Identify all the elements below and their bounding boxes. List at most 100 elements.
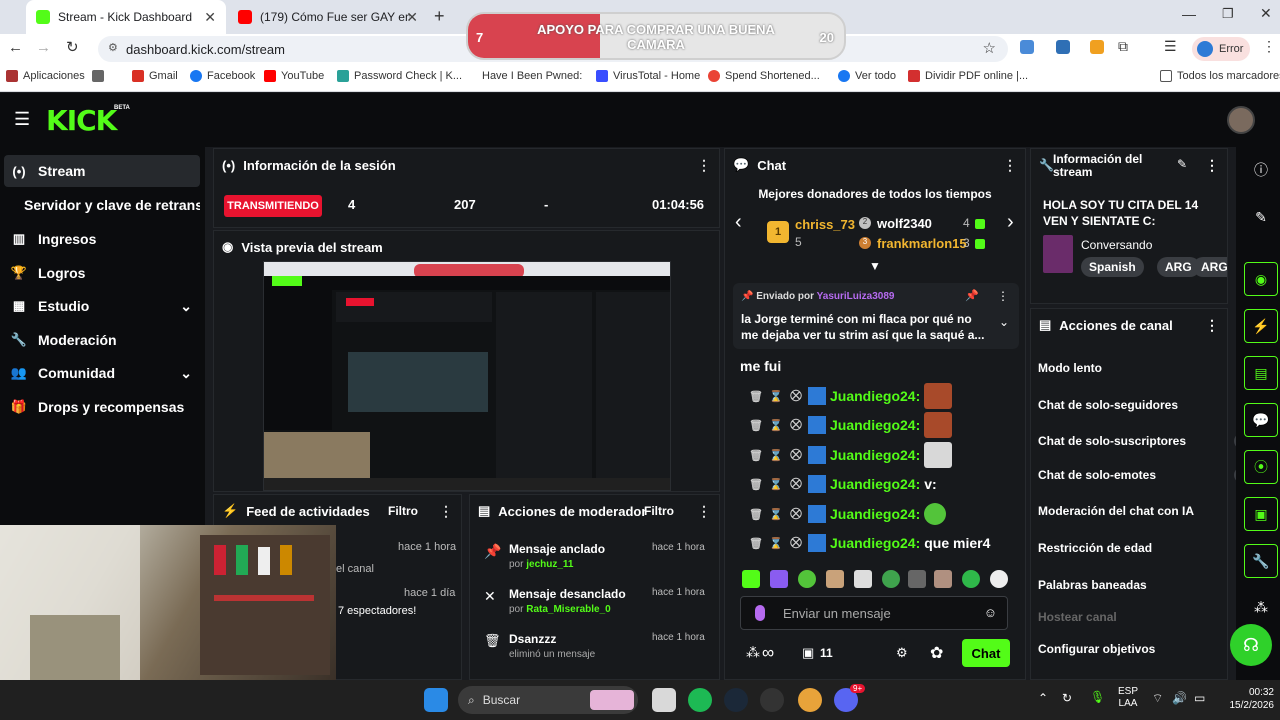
maximize-button[interactable]: ❐ bbox=[1222, 6, 1234, 22]
emoji-icon[interactable]: ☺ bbox=[984, 605, 997, 620]
emote-button[interactable] bbox=[742, 570, 760, 588]
trash-icon[interactable]: 🗑 bbox=[746, 478, 766, 491]
bookmark-pdf[interactable]: Dividir PDF online |... bbox=[908, 70, 1028, 82]
ban-icon[interactable]: ⛒ bbox=[786, 419, 806, 432]
bookmark-all[interactable]: Todos los marcadores bbox=[1160, 70, 1280, 82]
tray-chevron-icon[interactable]: ⌃ bbox=[1038, 691, 1048, 705]
edit-pencil-icon[interactable]: ✎ bbox=[1244, 200, 1278, 234]
minimize-button[interactable]: — bbox=[1182, 6, 1196, 22]
sync-icon[interactable]: ↻ bbox=[1062, 691, 1072, 705]
edit-pencil-icon[interactable]: ✎ bbox=[1177, 157, 1187, 171]
emote-button[interactable] bbox=[826, 570, 844, 588]
more-options-icon[interactable]: ⋮ bbox=[1205, 317, 1219, 334]
timeout-icon[interactable]: ⌛ bbox=[766, 419, 786, 432]
bookmark-grid[interactable] bbox=[92, 70, 109, 82]
emote-button[interactable] bbox=[770, 570, 788, 588]
stream-preview-video[interactable] bbox=[263, 261, 671, 491]
chat-username[interactable]: Juandiego24: bbox=[830, 388, 920, 404]
chat-message[interactable]: 🗑 ⌛ ⛒ Juandiego24: bbox=[746, 500, 947, 528]
more-options-icon[interactable]: ⋮ bbox=[1003, 157, 1017, 174]
support-chat-button[interactable]: ☊ bbox=[1230, 624, 1272, 666]
tag-chip[interactable]: Spanish bbox=[1081, 257, 1144, 277]
ban-icon[interactable]: ⛒ bbox=[786, 508, 806, 521]
clipboard-icon[interactable]: ▣ bbox=[1244, 497, 1278, 531]
chat-username[interactable]: Juandiego24: bbox=[830, 476, 920, 492]
chat-username[interactable]: Juandiego24: bbox=[830, 506, 920, 522]
trash-icon[interactable]: 🗑 bbox=[746, 390, 766, 403]
action-hostear-canal[interactable]: Hostear canal bbox=[1038, 603, 1266, 631]
sidebar-item-comunidad[interactable]: 👥 Comunidad ⌄ bbox=[4, 357, 200, 389]
site-info-icon[interactable]: ⚙ bbox=[108, 41, 118, 54]
chat-message[interactable]: 🗑 ⌛ ⛒ Juandiego24: bbox=[746, 411, 953, 439]
bookmark-facebook[interactable]: Facebook bbox=[190, 70, 255, 82]
bookmark-spend[interactable]: Spend Shortened... bbox=[708, 70, 820, 82]
sidebar-item-server-key[interactable]: Servidor y clave de retransmisión bbox=[4, 189, 200, 221]
chrome-icon[interactable] bbox=[798, 688, 822, 712]
action-palabras-baneadas[interactable]: Palabras baneadas› bbox=[1038, 571, 1266, 599]
extensions-puzzle-icon[interactable]: ⧉ bbox=[1118, 38, 1128, 55]
timeout-icon[interactable]: ⌛ bbox=[766, 478, 786, 491]
chevron-right-icon[interactable]: › bbox=[1007, 211, 1014, 234]
emote-button[interactable] bbox=[934, 570, 952, 588]
pinned-message[interactable]: 📌 Enviado por YasuriLuiza3089 📌 ⋮ la Jor… bbox=[733, 283, 1019, 349]
preview-icon[interactable]: ◉ bbox=[1244, 262, 1278, 296]
more-options-icon[interactable]: ⋮ bbox=[1205, 157, 1219, 174]
action-modo-lento[interactable]: Modo lento› bbox=[1038, 354, 1266, 382]
chat-message[interactable]: 🗑 ⌛ ⛒ Juandiego24: bbox=[746, 382, 953, 410]
user-avatar[interactable] bbox=[1227, 106, 1255, 134]
donor-name[interactable]: chriss_73 bbox=[795, 217, 855, 232]
action-moderacion-ia[interactable]: Moderación del chat con IA↗ bbox=[1038, 497, 1266, 525]
ban-icon[interactable]: ⛒ bbox=[786, 390, 806, 403]
steam-icon[interactable] bbox=[724, 688, 748, 712]
donor-name[interactable]: wolf2340 bbox=[877, 216, 932, 231]
taskbar-search[interactable]: ⌕ Buscar bbox=[458, 686, 638, 714]
pin-toggle-icon[interactable]: 📌 bbox=[965, 289, 979, 302]
wifi-icon[interactable]: ⌔ bbox=[1152, 691, 1163, 706]
sidebar-item-ingresos[interactable]: ▥ Ingresos bbox=[4, 223, 200, 255]
bookmark-star-icon[interactable]: ☆ bbox=[983, 39, 996, 57]
more-options-icon[interactable]: ⋮ bbox=[697, 157, 711, 174]
emote-button[interactable] bbox=[882, 570, 900, 588]
tag-chip[interactable]: ARG bbox=[1193, 257, 1227, 277]
emote-button[interactable] bbox=[962, 570, 980, 588]
bookmark-ver-todo[interactable]: Ver todo bbox=[838, 70, 896, 82]
trash-icon[interactable]: 🗑 bbox=[746, 449, 766, 462]
action-solo-emotes[interactable]: Chat de solo-emotes bbox=[1038, 461, 1266, 489]
kicks-gift-icon[interactable]: ⁂ bbox=[746, 644, 760, 661]
sidebar-item-estudio[interactable]: ▦ Estudio ⌄ bbox=[4, 290, 200, 322]
pinned-username[interactable]: YasuriLuiza3089 bbox=[817, 291, 895, 302]
info-icon[interactable]: ⓘ bbox=[1244, 153, 1278, 187]
emote-button[interactable] bbox=[798, 570, 816, 588]
bookmark-youtube[interactable]: YouTube bbox=[264, 70, 324, 82]
action-restriccion-edad[interactable]: Restricción de edad› bbox=[1038, 534, 1266, 562]
chat-message[interactable]: 🗑 ⌛ ⛒ Juandiego24: que mier4 bbox=[746, 529, 990, 557]
language-indicator[interactable]: ESP LAA bbox=[1118, 686, 1138, 710]
document-icon[interactable]: ▤ bbox=[1244, 356, 1278, 390]
emote-button[interactable] bbox=[854, 570, 872, 588]
close-window-button[interactable]: ✕ bbox=[1260, 5, 1272, 22]
chat-message[interactable]: 🗑 ⌛ ⛒ Juandiego24: v: bbox=[746, 470, 937, 498]
volume-icon[interactable]: 🔊 bbox=[1172, 691, 1187, 705]
microphone-icon[interactable]: 🎙 bbox=[1090, 690, 1105, 704]
bookmark-password-check[interactable]: Password Check | K... bbox=[337, 70, 462, 82]
more-options-icon[interactable]: ⋮ bbox=[697, 503, 711, 520]
category-name[interactable]: Conversando bbox=[1081, 238, 1152, 252]
hamburger-menu-icon[interactable]: ☰ bbox=[14, 109, 30, 130]
more-options-icon[interactable]: ⋮ bbox=[439, 503, 453, 520]
action-solo-seguidores[interactable]: Chat de solo-seguidores› bbox=[1038, 391, 1266, 419]
new-tab-button[interactable]: + bbox=[434, 6, 445, 27]
reading-list-icon[interactable]: ☰ bbox=[1164, 38, 1177, 55]
close-tab-icon[interactable]: ✕ bbox=[406, 9, 418, 26]
timeout-icon[interactable]: ⌛ bbox=[766, 537, 786, 550]
bookmark-virustotal[interactable]: VirusTotal - Home bbox=[596, 70, 700, 82]
sidebar-item-logros[interactable]: 🏆 Logros bbox=[4, 257, 200, 289]
chat-bubble-icon[interactable]: 💬 bbox=[1244, 403, 1278, 437]
trash-icon[interactable]: 🗑 bbox=[746, 419, 766, 432]
timeout-icon[interactable]: ⌛ bbox=[766, 390, 786, 403]
trash-icon[interactable]: 🗑 bbox=[746, 537, 766, 550]
more-options-icon[interactable]: ⋮ bbox=[997, 289, 1009, 303]
close-tab-icon[interactable]: ✕ bbox=[204, 9, 216, 26]
settings-gear-icon[interactable]: ⚙ bbox=[896, 645, 908, 661]
ban-icon[interactable]: ⛒ bbox=[786, 537, 806, 550]
send-chat-button[interactable]: Chat bbox=[962, 639, 1010, 667]
